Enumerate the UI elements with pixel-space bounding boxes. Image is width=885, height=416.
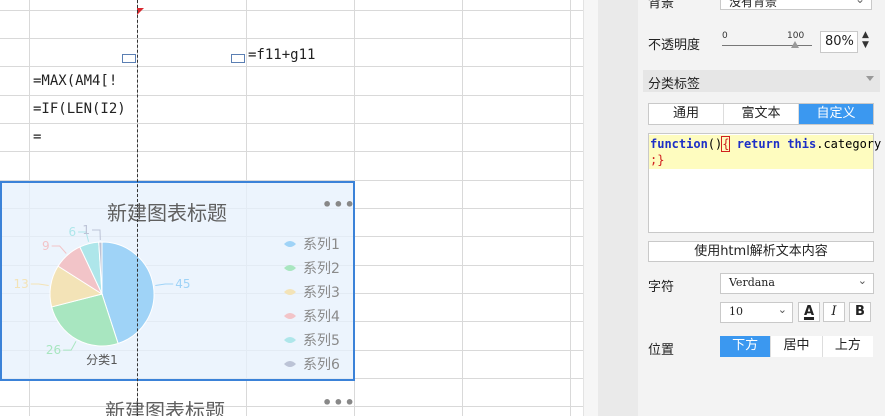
bold-button[interactable]: B	[849, 302, 871, 322]
data-label: 26	[46, 343, 61, 357]
position-bottom[interactable]: 下方	[720, 336, 772, 357]
label-leader-line	[91, 229, 101, 241]
font-size-value: 10	[729, 305, 743, 318]
code-keyword: function	[650, 137, 708, 151]
legend-swatch	[284, 265, 296, 271]
chevron-down-icon: ⌄	[777, 303, 787, 316]
chart-object[interactable]: 新建图表标题 ••• 45 26 13 9 6 1 分类1 系列1 系列2 系列3 系列4 系列5 系列…	[0, 181, 355, 381]
label-leader-line	[30, 283, 49, 287]
row-divider	[0, 66, 583, 67]
legend-swatch	[284, 337, 296, 343]
row-divider	[0, 123, 583, 124]
code-editor[interactable]: function(){ return this.category ;}	[648, 133, 881, 233]
legend-item[interactable]: 系列2	[303, 261, 340, 277]
opacity-stepper[interactable]: ▲ ▼	[862, 30, 869, 50]
code-keyword: return	[736, 137, 781, 151]
legend-swatch	[284, 361, 296, 367]
data-label: 13	[14, 277, 29, 291]
data-label: 45	[175, 277, 190, 291]
code-keyword: this	[787, 137, 817, 151]
label-mode-tabs: 通用 富文本 自定义	[648, 103, 874, 125]
row-divider	[0, 38, 583, 39]
opacity-max: 100	[787, 31, 805, 41]
category-label: 分类1	[86, 353, 118, 367]
tab-custom[interactable]: 自定义	[799, 104, 873, 124]
font-size-select[interactable]: 10 ⌄	[720, 302, 793, 323]
properties-panel: 背景 没有背景 ⌄ 不透明度 0 100 80% ▲▼ 分类标签 通用 富文本	[598, 0, 885, 416]
properties-panel-body: 背景 没有背景 ⌄ 不透明度 0 100 80% ▲▼ 分类标签 通用 富文本	[638, 0, 885, 416]
cell-formula[interactable]: =	[33, 128, 41, 146]
opacity-min: 0	[722, 31, 728, 41]
cell-formula[interactable]: =MAX(AM4[!	[33, 72, 117, 90]
legend-item[interactable]: 系列6	[303, 357, 340, 373]
row-divider	[0, 95, 583, 96]
data-label: 9	[42, 239, 50, 253]
background-label: 背景	[648, 0, 675, 11]
chevron-down-icon: ⌄	[857, 274, 867, 287]
data-label: 6	[68, 225, 76, 239]
code-line-1: function(){ return this.category	[650, 136, 881, 152]
chart-object-2[interactable]: 新建图表标题 •••	[0, 383, 355, 416]
code-line-2: ;}	[650, 153, 665, 167]
label-leader-line	[155, 283, 174, 287]
position-center[interactable]: 居中	[771, 336, 823, 357]
tab-general[interactable]: 通用	[649, 104, 724, 124]
legend-swatch	[284, 289, 296, 295]
legend-item[interactable]: 系列4	[303, 309, 340, 325]
legend-item[interactable]: 系列1	[303, 237, 340, 253]
position-segmented: 下方 居中 上方	[720, 336, 873, 357]
label-leader-line	[51, 245, 67, 254]
cell-anchor-box[interactable]	[122, 54, 136, 63]
legend-item[interactable]: 系列5	[303, 333, 340, 349]
cell-formula[interactable]: =f11+g11	[248, 46, 315, 64]
code-brace: {	[721, 136, 731, 152]
opacity-input[interactable]: 80%	[820, 31, 858, 53]
row-divider	[0, 151, 583, 152]
page-break-line	[137, 0, 138, 416]
app-window: =f11+g11 =MAX(AM4[! =IF(LEN(I2) = 新建图表标题…	[0, 0, 885, 416]
tab-rich-text[interactable]: 富文本	[724, 104, 799, 124]
legend-swatch	[284, 241, 296, 247]
position-label: 位置	[648, 343, 675, 358]
legend-item[interactable]: 系列3	[303, 285, 340, 301]
collapse-triangle-icon	[866, 76, 874, 81]
font-label: 字符	[648, 280, 675, 295]
legend-swatch	[284, 313, 296, 319]
comment-marker-icon	[137, 8, 144, 15]
data-label: 1	[82, 223, 90, 237]
row-divider	[0, 10, 583, 11]
opacity-label: 不透明度	[648, 38, 701, 53]
chevron-down-icon: ⌄	[855, 0, 865, 6]
pie-chart-canvas: 45 26 13 9 6 1 分类1 系列1 系列2 系列3 系列4 系列5 系列6	[14, 223, 340, 373]
background-value: 没有背景	[729, 0, 778, 9]
spreadsheet-grid[interactable]: =f11+g11 =MAX(AM4[! =IF(LEN(I2) = 新建图表标题…	[0, 0, 598, 416]
code-text: .category	[816, 137, 882, 151]
opacity-slider-thumb[interactable]	[791, 41, 799, 48]
parse-html-button[interactable]: 使用html解析文本内容	[648, 241, 874, 262]
section-title: 分类标签	[648, 77, 701, 92]
italic-button[interactable]: I	[823, 302, 845, 322]
font-color-button[interactable]: A	[798, 302, 820, 322]
background-select[interactable]: 没有背景 ⌄	[720, 0, 872, 10]
font-family-value: Verdana	[729, 276, 775, 289]
code-parens: ()	[707, 137, 723, 151]
cell-anchor-box[interactable]	[231, 54, 245, 63]
cell-formula[interactable]: =IF(LEN(I2)	[33, 100, 126, 118]
position-top[interactable]: 上方	[822, 336, 873, 357]
chart-more-icon[interactable]: •••	[322, 393, 356, 412]
vertical-scrollbar[interactable]	[583, 0, 598, 416]
label-leader-line	[63, 341, 77, 351]
font-family-select[interactable]: Verdana ⌄	[720, 273, 874, 294]
chart-title: 新建图表标题	[105, 399, 225, 416]
section-header[interactable]: 分类标签	[643, 70, 880, 92]
